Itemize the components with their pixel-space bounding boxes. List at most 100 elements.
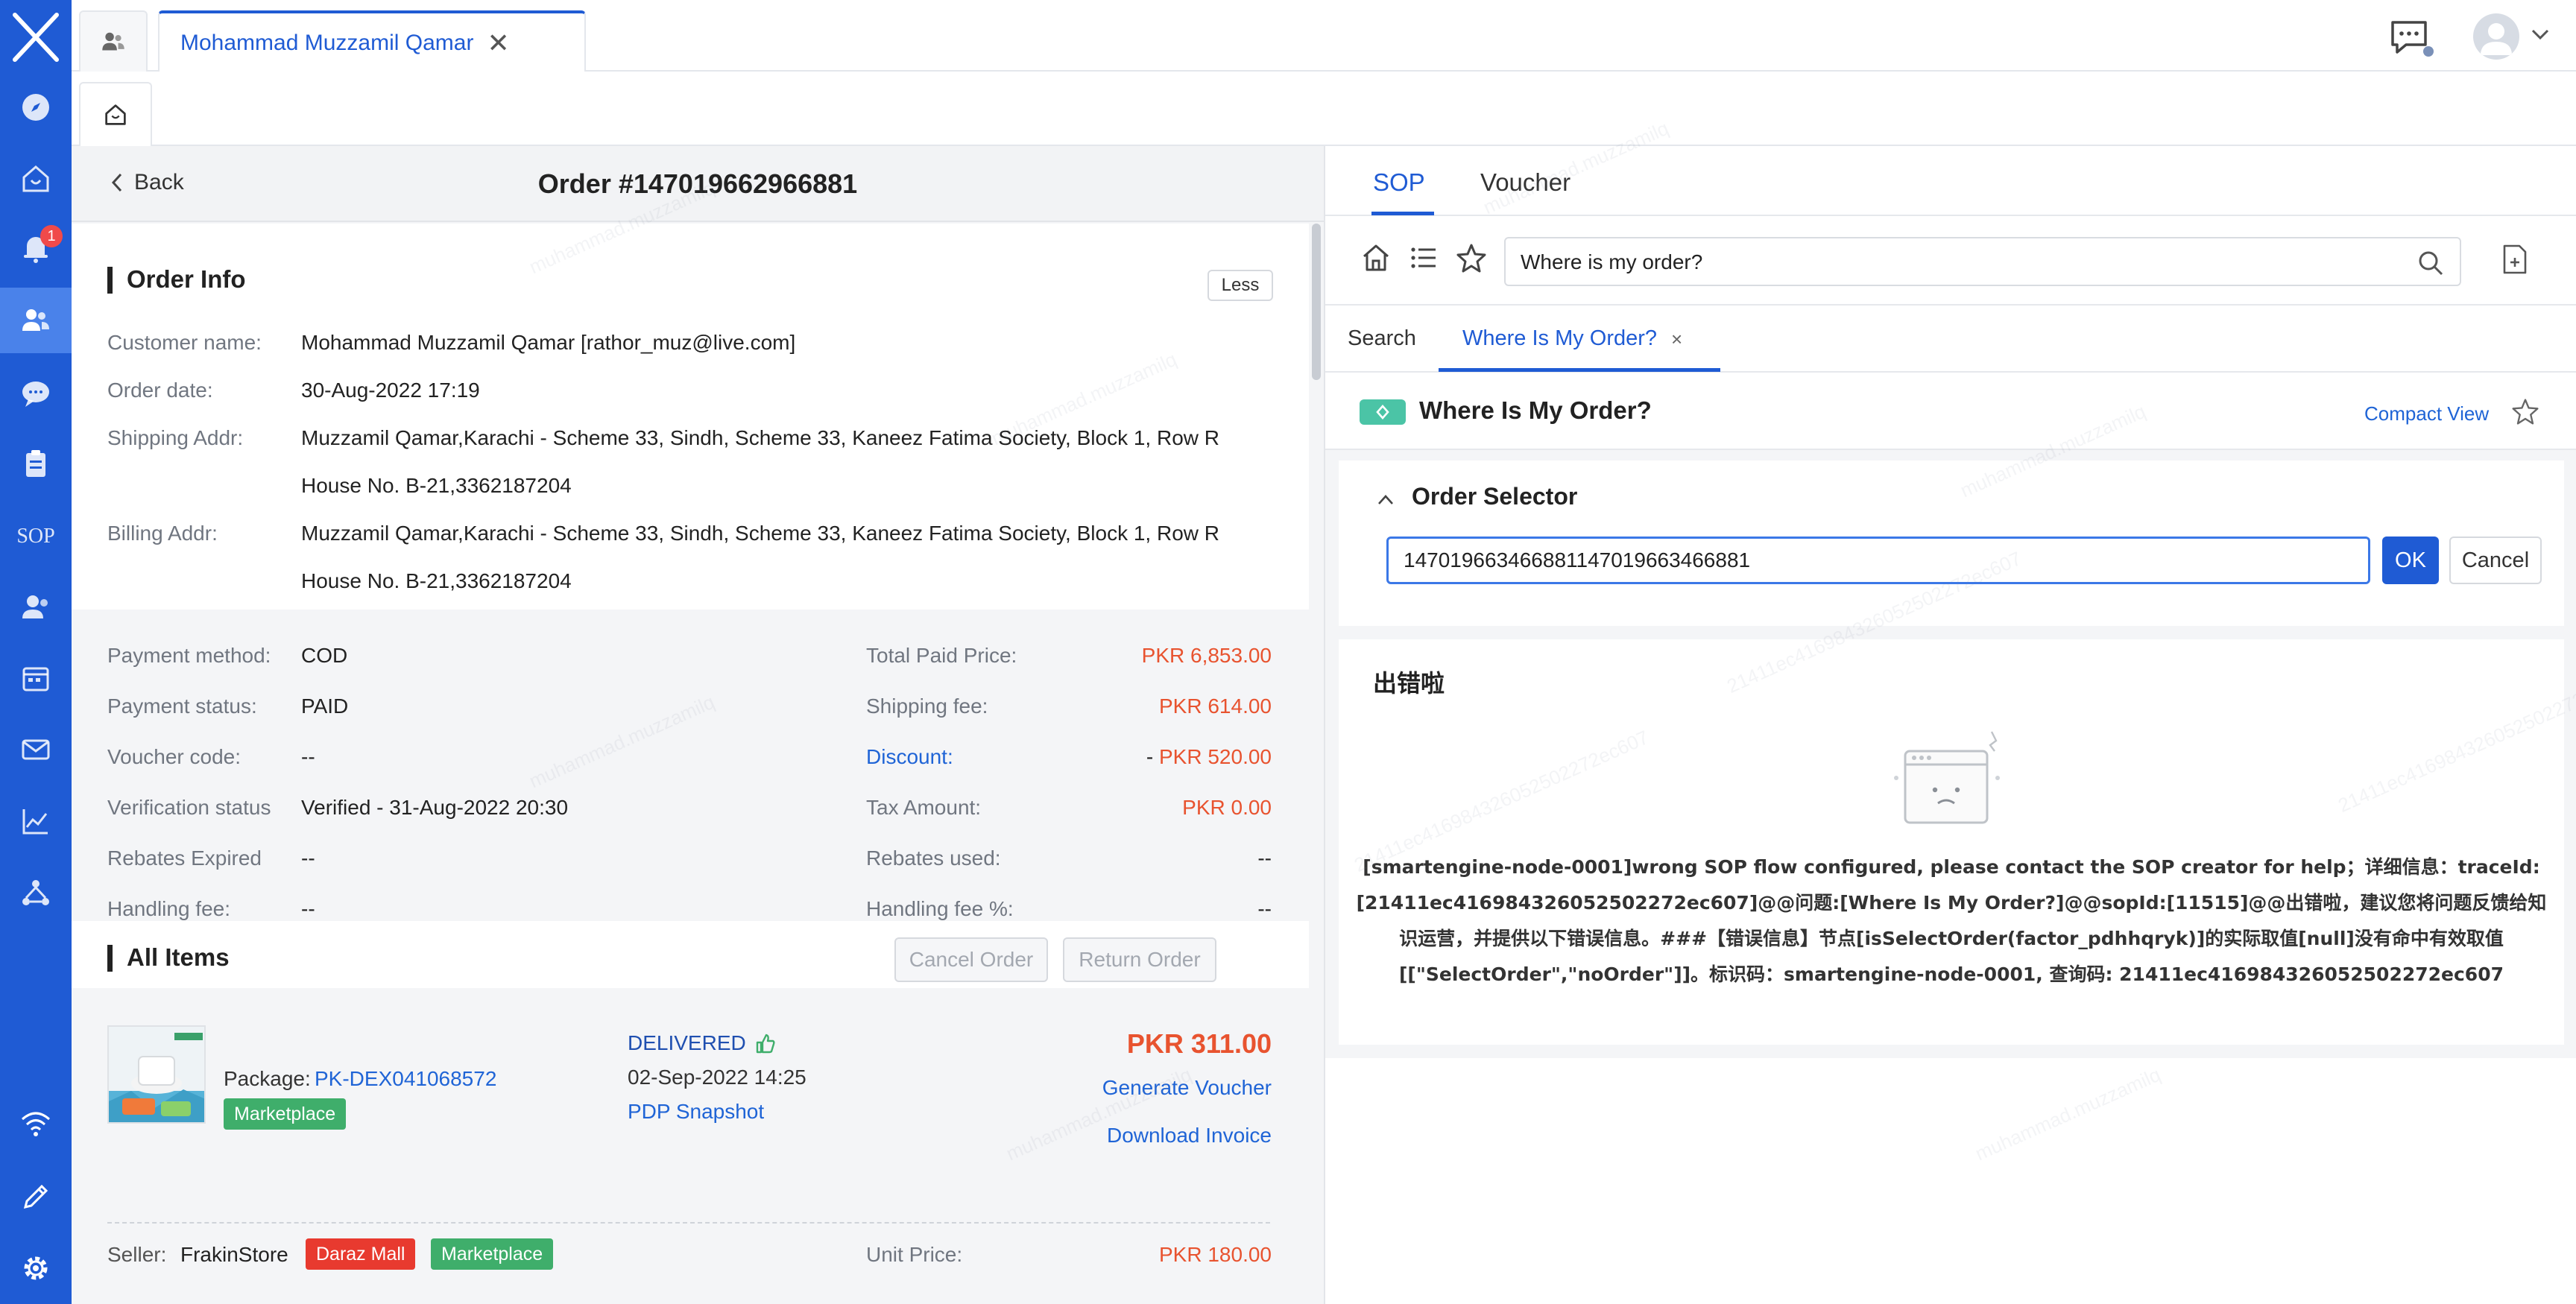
active-subtab-indicator	[1439, 368, 1720, 372]
customer-name-label: Customer name:	[107, 331, 262, 354]
item-divider	[107, 1222, 1270, 1224]
verification-status-value: Verified - 31-Aug-2022 20:30	[301, 796, 569, 819]
top-tab-bar: Mohammad Muzzamil Qamar ✕	[72, 0, 2576, 73]
discount-prefix: -	[1146, 745, 1159, 768]
messages-status-dot	[2423, 46, 2434, 57]
handling-fee-value: --	[301, 897, 315, 920]
subtab-search[interactable]: Search	[1348, 326, 1416, 351]
close-tab-icon[interactable]: ✕	[487, 30, 509, 57]
handling-fee-label: Handling fee:	[107, 897, 231, 920]
close-subtab-icon[interactable]: ×	[1671, 328, 1682, 351]
customer-tab-label: Mohammad Muzzamil Qamar	[180, 31, 474, 55]
shipping-addr-line1: Muzzamil Qamar,Karachi - Scheme 33, Sind…	[301, 426, 1219, 449]
order-info-card: Order Info Less Customer name: Mohammad …	[72, 224, 1309, 610]
discount-value: PKR 520.00	[1159, 745, 1272, 768]
package-item: Package: PK-DEX041068572 Marketplace DEL…	[72, 988, 1309, 1304]
chart-icon[interactable]	[0, 788, 72, 854]
all-items-title: All Items	[107, 943, 230, 972]
order-selector-card: Order Selector OK Cancel	[1339, 460, 2564, 626]
workspace-home-tab[interactable]	[79, 82, 152, 146]
ok-button[interactable]: OK	[2382, 537, 2439, 584]
home-icon[interactable]	[1360, 241, 1392, 274]
marketplace-tag: Marketplace	[224, 1098, 347, 1130]
chat-bubble-icon[interactable]	[0, 361, 72, 426]
people-icon[interactable]	[0, 288, 72, 353]
sop-panel: SOP Voucher Search Where Is My Order? ×	[1324, 146, 2576, 1304]
shipping-addr-label: Shipping Addr:	[107, 426, 244, 449]
bell-icon[interactable]: 1	[0, 215, 72, 280]
workspace-tab-bar	[72, 72, 2576, 146]
favorite-star-icon[interactable]	[2510, 396, 2540, 426]
discount-value-wrap: - PKR 520.00	[1146, 745, 1272, 769]
cancel-button[interactable]: Cancel	[2449, 537, 2542, 584]
sop-icon[interactable]: SOP	[0, 504, 72, 569]
customer-name-value: Mohammad Muzzamil Qamar [rathor_muz@live…	[301, 331, 796, 354]
voucher-code-value: --	[301, 745, 315, 768]
mail-icon[interactable]	[0, 717, 72, 782]
order-date-value: 30-Aug-2022 17:19	[301, 379, 480, 402]
seller-name: FrakinStore	[180, 1243, 288, 1266]
clipboard-icon[interactable]	[0, 431, 72, 496]
customer-tab[interactable]: Mohammad Muzzamil Qamar ✕	[158, 10, 586, 73]
payment-status-value: PAID	[301, 694, 349, 718]
list-icon[interactable]	[1407, 241, 1440, 274]
network-icon[interactable]	[0, 860, 72, 925]
rebates-expired-value: --	[301, 846, 315, 870]
download-invoice-link[interactable]: Download Invoice	[1107, 1124, 1272, 1148]
person-icon[interactable]	[0, 574, 72, 639]
order-header: Back Order #147019662966881	[72, 146, 1324, 222]
notification-badge: 1	[40, 225, 63, 247]
avatar[interactable]	[2473, 13, 2519, 60]
unit-price-value: PKR 180.00	[1159, 1243, 1272, 1266]
calendar-icon[interactable]	[0, 645, 72, 711]
chevron-up-icon[interactable]	[1374, 489, 1397, 511]
left-nav-rail: 1 SOP	[0, 0, 72, 1304]
cancel-order-button[interactable]: Cancel Order	[894, 937, 1048, 982]
less-button[interactable]: Less	[1208, 270, 1273, 301]
order-date-label: Order date:	[107, 379, 213, 402]
scrollbar-thumb[interactable]	[1312, 224, 1321, 380]
pencil-icon[interactable]	[0, 1164, 72, 1229]
chevron-down-icon[interactable]	[2527, 21, 2554, 48]
order-selector-title: Order Selector	[1412, 483, 1578, 510]
contacts-tab[interactable]	[79, 10, 148, 72]
search-icon[interactable]	[2416, 249, 2445, 277]
compass-icon[interactable]	[0, 75, 72, 140]
generate-voucher-link[interactable]: Generate Voucher	[1102, 1076, 1272, 1100]
sop-header: Where Is My Order? Compact View	[1325, 373, 2576, 450]
app-root: 1 SOP Mohammad Muzzamil Qamar ✕ Back Ord…	[0, 0, 2576, 1304]
star-icon[interactable]	[1455, 241, 1488, 274]
gear-icon[interactable]	[0, 1235, 72, 1301]
order-number-input[interactable]	[1386, 537, 2370, 584]
error-message: [smartengine-node-0001]wrong SOP flow co…	[1356, 856, 2547, 985]
return-order-button[interactable]: Return Order	[1063, 937, 1216, 982]
seller-marketplace-tag: Marketplace	[431, 1238, 554, 1270]
subtab-where-is-my-order[interactable]: Where Is My Order?	[1462, 326, 1657, 351]
handling-fee-pct-label: Handling fee %:	[866, 897, 1014, 920]
document-add-icon[interactable]	[2500, 243, 2530, 276]
discount-link[interactable]: Discount:	[866, 745, 953, 769]
rebates-expired-label: Rebates Expired	[107, 846, 262, 870]
compact-view-link[interactable]: Compact View	[2364, 402, 2489, 425]
total-paid-label: Total Paid Price:	[866, 644, 1017, 667]
tab-sop[interactable]: SOP	[1373, 168, 1425, 197]
sop-search-input[interactable]	[1521, 244, 2400, 280]
error-title: 出错啦	[1373, 669, 1445, 697]
billing-addr-line1: Muzzamil Qamar,Karachi - Scheme 33, Sind…	[301, 522, 1219, 545]
wifi-icon[interactable]	[0, 1091, 72, 1156]
pdp-snapshot-link[interactable]: PDP Snapshot	[628, 1100, 764, 1124]
product-thumbnail[interactable]	[107, 1025, 206, 1124]
package-id-link[interactable]: PK-DEX041068572	[315, 1067, 496, 1091]
all-items-card: All Items Cancel Order Return Order Pack…	[72, 921, 1309, 1304]
thumbs-up-icon[interactable]	[754, 1033, 777, 1055]
order-title: Order #147019662966881	[537, 168, 858, 199]
delivery-date: 02-Sep-2022 14:25	[628, 1066, 806, 1089]
home-icon[interactable]	[0, 146, 72, 212]
tab-voucher[interactable]: Voucher	[1480, 168, 1570, 197]
payment-summary: Payment method: COD Payment status: PAID…	[72, 610, 1309, 920]
delivery-status: DELIVERED	[628, 1031, 746, 1054]
sop-page-title: Where Is My Order?	[1419, 396, 1652, 424]
logo-x-icon[interactable]	[6, 7, 66, 67]
payment-method-label: Payment method:	[107, 644, 271, 667]
rebates-used-value: --	[1257, 846, 1272, 870]
